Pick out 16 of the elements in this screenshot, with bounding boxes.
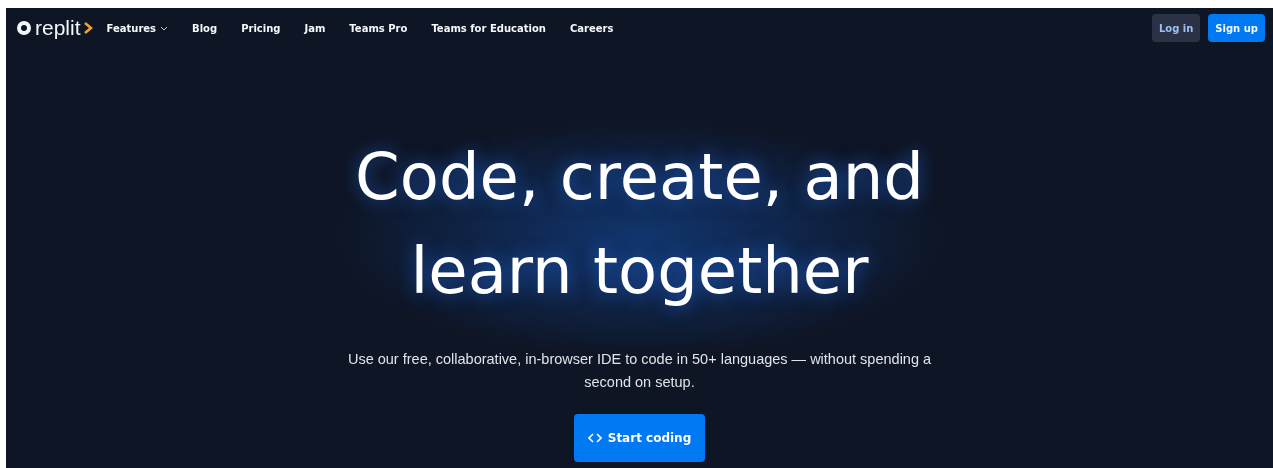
- code-icon: [587, 433, 602, 443]
- signup-button[interactable]: Sign up: [1208, 14, 1265, 42]
- nav-link[interactable]: Teams for Education: [431, 22, 546, 34]
- hero-subtitle: Use our free, collaborative, in-browser IDE to code in 50+ languages — without spending a second on setup.: [346, 350, 933, 392]
- nav-link[interactable]: Teams Pro: [349, 22, 408, 34]
- nav-link[interactable]: Blog: [192, 22, 218, 34]
- chevron-icon: [83, 22, 93, 34]
- logo-icon: [16, 20, 32, 36]
- nav-link[interactable]: Pricing: [241, 22, 281, 34]
- start-coding-button[interactable]: Start coding: [573, 414, 706, 462]
- logo-text[interactable]: replit: [35, 16, 81, 40]
- login-button[interactable]: Log in: [1151, 14, 1201, 42]
- nav-link[interactable]: Careers: [569, 22, 614, 34]
- nav-link[interactable]: Features: [106, 22, 169, 34]
- nav-link[interactable]: Jam: [304, 22, 326, 34]
- hero-heading: Code, create, and learn together: [355, 139, 924, 310]
